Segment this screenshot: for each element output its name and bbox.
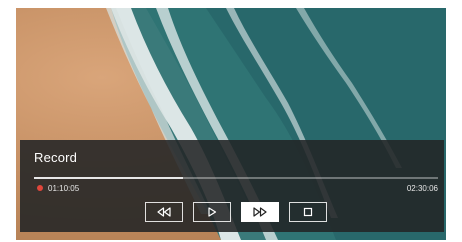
progress-fill: [34, 177, 183, 179]
stop-icon: [303, 207, 313, 217]
rewind-icon: [157, 207, 171, 217]
progress-bar[interactable]: [34, 177, 438, 179]
playback-controls: [145, 202, 327, 224]
play-icon: [208, 207, 217, 217]
fast-forward-icon: [253, 207, 267, 217]
duration: 02:30:06: [406, 184, 438, 193]
rewind-button[interactable]: [145, 202, 183, 222]
current-time: 01:10:05: [48, 184, 80, 193]
play-button[interactable]: [193, 202, 231, 222]
fast-forward-button[interactable]: [241, 202, 279, 222]
stop-button[interactable]: [289, 202, 327, 222]
recording-title: Record: [34, 150, 78, 165]
recording-indicator-icon: [37, 185, 43, 191]
